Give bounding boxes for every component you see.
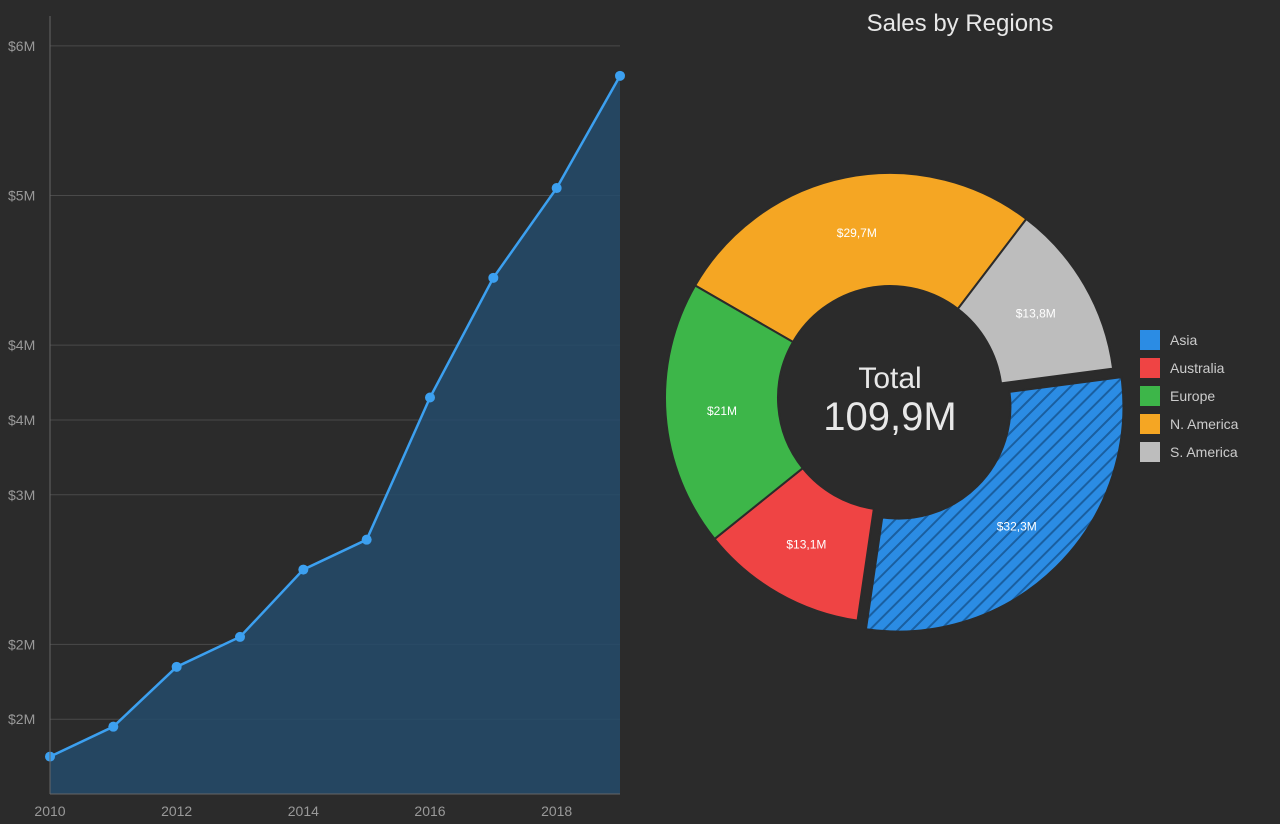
y-tick-label: $2M <box>8 711 35 727</box>
legend-label[interactable]: Europe <box>1170 388 1215 404</box>
data-point[interactable] <box>425 393 435 403</box>
data-point[interactable] <box>552 183 562 193</box>
data-point[interactable] <box>298 565 308 575</box>
donut-title: Sales by Regions <box>640 10 1280 38</box>
slice-label: $13,8M <box>1016 306 1056 320</box>
donut-center-value: 109,9M <box>823 395 956 439</box>
data-point[interactable] <box>235 632 245 642</box>
donut-chart: $29,7M $13,8M $32,3M $13,1M $21M Total109,9M A… <box>640 38 1280 798</box>
area-chart-panel: $2M $2M $3M $4M $4M $5M $6M 2010 2012 2014 2016 201… <box>0 0 640 824</box>
legend-label[interactable]: S. America <box>1170 444 1238 460</box>
slice-label: $13,1M <box>786 537 826 551</box>
data-point[interactable] <box>362 535 372 545</box>
legend-swatch[interactable] <box>1140 358 1160 378</box>
legend-label[interactable]: Asia <box>1170 332 1197 348</box>
legend-swatch[interactable] <box>1140 414 1160 434</box>
slice-label: $21M <box>707 404 737 418</box>
legend-label[interactable]: N. America <box>1170 416 1239 432</box>
y-tick-label: $4M <box>8 412 35 428</box>
x-tick-label: 2012 <box>161 803 192 819</box>
x-tick-label: 2016 <box>414 803 445 819</box>
x-tick-label: 2014 <box>288 803 319 819</box>
x-tick-label: 2018 <box>541 803 572 819</box>
legend-swatch[interactable] <box>1140 386 1160 406</box>
area-fill <box>50 76 620 794</box>
legend-label[interactable]: Australia <box>1170 360 1225 376</box>
legend-swatch[interactable] <box>1140 330 1160 350</box>
y-tick-label: $4M <box>8 337 35 353</box>
y-tick-label: $2M <box>8 636 35 652</box>
y-tick-label: $6M <box>8 38 35 54</box>
donut-center-label: Total <box>858 362 921 395</box>
slice-label: $29,7M <box>837 226 877 240</box>
data-point[interactable] <box>615 71 625 81</box>
y-tick-label: $5M <box>8 188 35 204</box>
donut-chart-panel: Sales by Regions $29,7M $13,8M $32,3M $13,1… <box>640 0 1280 824</box>
area-chart: $2M $2M $3M $4M $4M $5M $6M 2010 2012 2014 2016 201… <box>0 0 640 824</box>
x-tick-label: 2010 <box>34 803 65 819</box>
data-point[interactable] <box>172 662 182 672</box>
legend-swatch[interactable] <box>1140 442 1160 462</box>
slice-label: $32,3M <box>997 520 1037 534</box>
y-tick-label: $3M <box>8 487 35 503</box>
data-point[interactable] <box>488 273 498 283</box>
data-point[interactable] <box>108 722 118 732</box>
